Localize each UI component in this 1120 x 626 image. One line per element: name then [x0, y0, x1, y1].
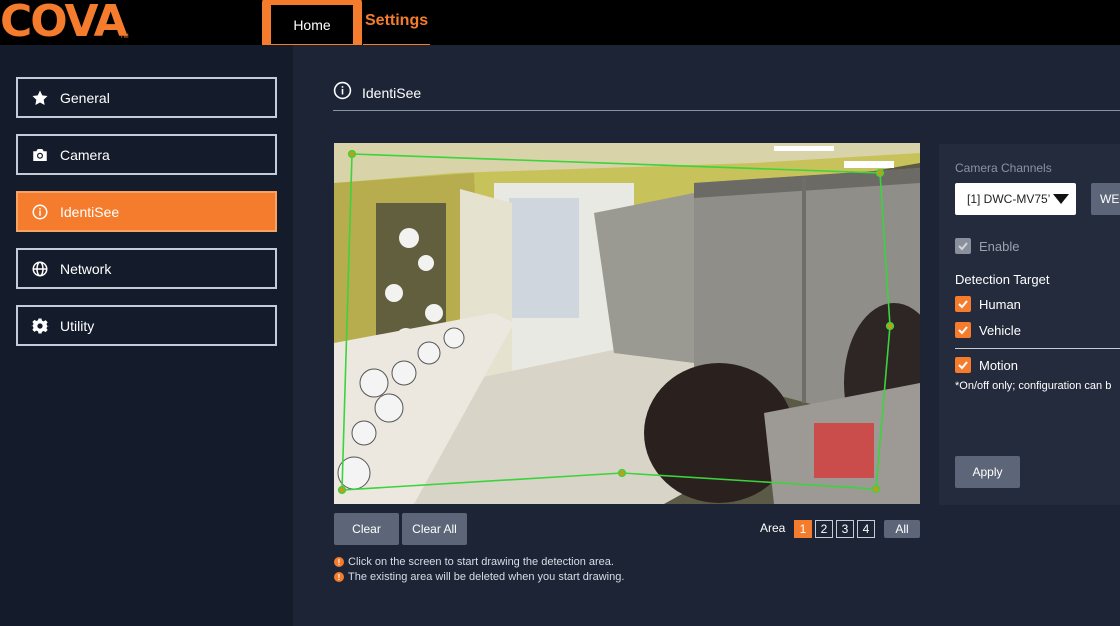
page-title: IdentiSee — [362, 85, 422, 101]
hint-text: Click on the screen to start drawing the… — [348, 556, 614, 568]
check-icon — [958, 361, 968, 370]
camera-channel-select[interactable]: [1] DWC-MV75’ — [955, 183, 1076, 215]
info-dot-icon: ! — [334, 572, 344, 582]
area-label: Area — [760, 521, 786, 535]
clear-all-button[interactable]: Clear All — [402, 513, 467, 545]
info-icon — [30, 202, 50, 222]
human-label: Human — [979, 296, 1021, 312]
motion-note: *On/off only; configuration can b — [955, 380, 1112, 392]
info-dot-icon: ! — [334, 557, 344, 567]
sidebar-item-camera[interactable]: Camera — [16, 134, 277, 175]
sidebar-item-identisee[interactable]: IdentiSee — [16, 191, 277, 232]
sidebar-item-label: IdentiSee — [60, 203, 120, 220]
gear-icon — [30, 316, 50, 336]
chevron-down-icon — [1053, 194, 1069, 204]
area-button-3[interactable]: 3 — [836, 520, 854, 538]
check-icon — [958, 326, 968, 335]
hint-draw: ! Click on the screen to start drawing t… — [334, 556, 614, 568]
panel-divider — [955, 348, 1120, 349]
sidebar-item-label: Camera — [60, 146, 110, 163]
check-icon — [958, 300, 968, 309]
hint-text: The existing area will be deleted when y… — [348, 571, 625, 583]
sidebar-item-utility[interactable]: Utility — [16, 305, 277, 346]
main-content: IdentiSee Clear Clear All Area 1 2 3 4 A… — [293, 45, 1120, 626]
enable-checkbox-row[interactable]: Enable — [955, 238, 1019, 254]
camera-scene — [334, 143, 920, 504]
top-bar: COVA TM Home Settings — [0, 0, 1120, 53]
detection-target-label: Detection Target — [955, 272, 1050, 287]
sidebar-item-label: Network — [60, 260, 112, 277]
apply-button[interactable]: Apply — [955, 456, 1020, 488]
enable-checkbox[interactable] — [955, 238, 971, 254]
sidebar-item-network[interactable]: Network — [16, 248, 277, 289]
enable-label: Enable — [979, 238, 1020, 254]
sidebar: General Camera IdentiSee Network Utility — [0, 45, 293, 626]
area-button-2[interactable]: 2 — [815, 520, 833, 538]
cova-logo: COVA — [0, 0, 128, 47]
hint-delete: ! The existing area will be deleted when… — [334, 571, 624, 583]
tab-settings[interactable]: Settings — [363, 10, 431, 46]
area-button-1[interactable]: 1 — [794, 520, 812, 538]
human-checkbox-row[interactable]: Human — [955, 296, 1021, 312]
camera-channels-label: Camera Channels — [955, 161, 1052, 175]
camera-channel-value: [1] DWC-MV75’ — [967, 192, 1051, 206]
vehicle-label: Vehicle — [979, 322, 1021, 338]
sidebar-item-label: Utility — [60, 317, 95, 334]
area-button-4[interactable]: 4 — [857, 520, 875, 538]
vehicle-checkbox-row[interactable]: Vehicle — [955, 322, 1021, 338]
motion-checkbox-row[interactable]: Motion — [955, 357, 1018, 373]
sidebar-item-general[interactable]: General — [16, 77, 277, 118]
section-divider — [333, 110, 1120, 111]
section-header: IdentiSee — [333, 81, 421, 105]
camera-icon — [30, 145, 50, 165]
star-icon — [30, 88, 50, 108]
area-all-button[interactable]: All — [884, 520, 920, 538]
clear-button[interactable]: Clear — [334, 513, 399, 545]
sidebar-item-label: General — [60, 89, 110, 106]
vehicle-checkbox[interactable] — [955, 322, 971, 338]
info-icon — [333, 81, 352, 105]
human-checkbox[interactable] — [955, 296, 971, 312]
motion-label: Motion — [979, 357, 1019, 373]
motion-checkbox[interactable] — [955, 357, 971, 373]
camera-preview[interactable] — [334, 143, 920, 504]
settings-panel: Camera Channels [1] DWC-MV75’ WE Enable … — [939, 144, 1120, 505]
globe-icon — [30, 259, 50, 279]
check-icon — [958, 242, 968, 251]
logo-trademark: TM — [120, 34, 129, 40]
web-button[interactable]: WE — [1091, 183, 1120, 215]
